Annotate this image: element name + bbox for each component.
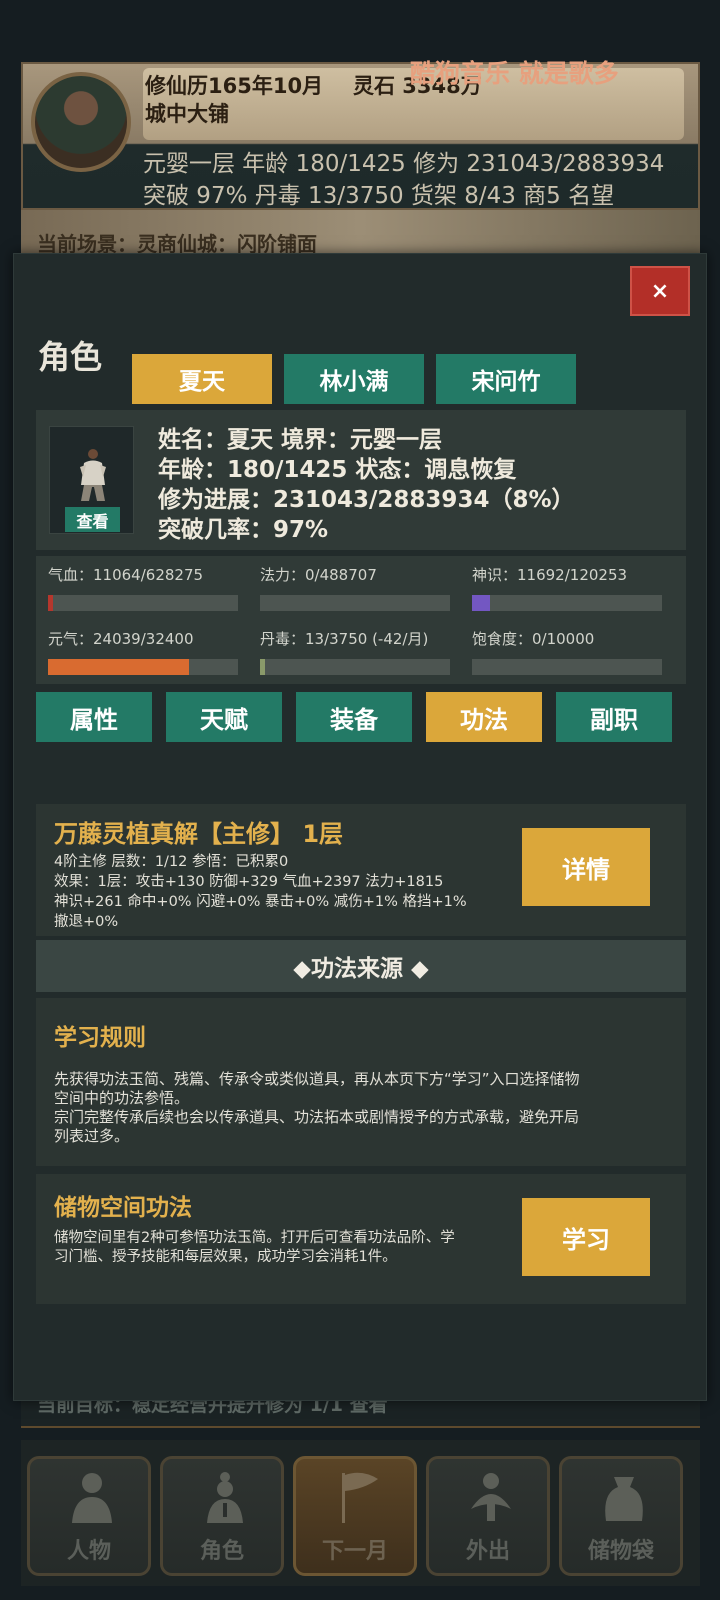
main-technique-info: 4阶主修 层数：1/12 参悟：已积累0 [54,854,289,870]
storage-text-line: 储物空间里有2种可参悟功法玉简。打开后可查看功法品阶、学 [54,1230,455,1246]
storage-techniques-card: 储物空间功法 储物空间里有2种可参悟功法玉简。打开后可查看功法品阶、学 习门槛、… [36,1174,686,1304]
stat-bar [472,659,662,675]
learn-button[interactable]: 学习 [522,1198,650,1276]
profile-name-realm: 姓名：夏天 境界：元婴一层 [158,427,443,453]
stat-spirit-sense: 神识：11692/120253 [472,564,662,611]
stat-label: 元气：24039/32400 [48,630,194,648]
stat-bar-fill [48,595,53,611]
stat-label: 丹毒：13/3750 (-42/月) [260,630,429,648]
stat-bar [48,595,238,611]
modal-title: 角色 [38,338,103,376]
stat-pill-toxicity: 丹毒：13/3750 (-42/月) [260,628,450,675]
stat-bar-fill [48,659,189,675]
tab-techniques[interactable]: 功法 [426,692,542,742]
main-technique-effect-3: 撤退+0% [54,914,119,930]
stat-bar [472,595,662,611]
tab-equipment[interactable]: 装备 [296,692,412,742]
stat-hp: 气血：11064/628275 [48,564,238,611]
storage-techniques-title: 储物空间功法 [54,1195,192,1221]
profile-cultivation-progress: 修为进展：231043/2883934（8%） [158,487,575,513]
stat-bar [260,659,450,675]
flag-icon [334,1469,382,1525]
rules-text-line: 宗门完整传承后续也会以传承道具、功法拓本或剧情授予的方式承载，避免开局 [54,1108,580,1126]
view-button[interactable]: 查看 [65,507,120,532]
profile-breakthrough-rate: 突破几率：97% [158,517,329,543]
stat-bar [260,595,450,611]
rules-text-line: 先获得功法玉简、残篇、传承令或类似道具，再从本页下方“学习”入口选择储物 [54,1070,580,1088]
main-technique-title: 万藤灵植真解【主修】 1层 [54,820,344,848]
profile-age-status: 年龄：180/1425 状态：调息恢复 [158,457,517,483]
stat-bar-fill [472,595,491,611]
nav-label: 人物 [66,1539,111,1564]
game-screen: 修仙历165年10月 灵石 3348万 城中大铺 元婴一层 年龄 180/142… [0,0,720,1600]
tab-talents[interactable]: 天赋 [166,692,282,742]
stat-label: 饱食度：0/10000 [472,630,595,648]
player-avatar[interactable] [31,72,131,172]
nav-button-character[interactable]: 角色 [160,1456,284,1576]
nav-label: 下一月 [321,1539,388,1564]
main-technique-effect-2: 神识+261 命中+0% 闪避+0% 暴击+0% 减伤+1% 格挡+1% [54,894,467,910]
hud-date: 修仙历165年10月 [145,74,324,98]
nav-button-person[interactable]: 人物 [27,1456,151,1576]
hud-stats-row-1: 元婴一层 年龄 180/1425 修为 231043/2883934 [143,151,665,177]
stats-panel: 气血：11064/628275 法力：0/488707 神识：11692/120… [36,556,686,684]
character-figure-icon [80,449,106,501]
stat-mana: 法力：0/488707 [260,564,450,611]
character-modal: × 角色 夏天 林小满 宋问竹 查看 姓名：夏天 境界：元婴一层 年龄：180/… [13,253,707,1401]
stat-bar-fill [260,659,265,675]
tab-attributes[interactable]: 属性 [36,692,152,742]
nav-label: 角色 [199,1539,244,1564]
character-tab-songwenzhu[interactable]: 宋问竹 [436,354,576,404]
close-button[interactable]: × [630,266,690,316]
stat-label: 法力：0/488707 [260,566,377,584]
music-overlay-text: 酷狗音乐 就是歌多 [410,59,619,88]
stat-label: 神识：11692/120253 [472,566,628,584]
bag-icon [600,1469,648,1525]
hud-location: 城中大铺 [145,102,229,126]
storage-text-line: 习门槛、授予技能和每层效果，成功学习会消耗1件。 [54,1249,397,1265]
learning-rules-card: 学习规则 先获得功法玉简、残篇、传承令或类似道具，再从本页下方“学习”入口选择储… [36,998,686,1166]
person-icon [68,1469,116,1525]
character-portrait[interactable]: 查看 [49,426,134,534]
nav-button-storage-bag[interactable]: 储物袋 [559,1456,683,1576]
bottom-nav: 人物 角色 下一月 外出 储物袋 [21,1440,700,1586]
nav-button-travel[interactable]: 外出 [426,1456,550,1576]
nav-label: 外出 [465,1539,510,1564]
stat-satiety: 饱食度：0/10000 [472,628,662,675]
nav-label: 储物袋 [587,1539,654,1564]
profile-panel: 查看 姓名：夏天 境界：元婴一层 年龄：180/1425 状态：调息恢复 修为进… [36,410,686,550]
learning-rules-title: 学习规则 [54,1025,146,1051]
main-technique-effect: 效果：1层：攻击+130 防御+329 气血+2397 法力+1815 [54,874,444,890]
hud-stats-row-2: 突破 97% 丹毒 13/3750 货架 8/43 商5 名望 [143,183,615,209]
character-tab-linxiaoman[interactable]: 林小满 [284,354,424,404]
travel-icon [467,1469,515,1525]
character-tab-xiatian[interactable]: 夏天 [132,354,272,404]
rules-text-line: 空间中的功法参悟。 [54,1089,190,1107]
stat-vitality: 元气：24039/32400 [48,628,238,675]
stat-label: 气血：11064/628275 [48,566,204,584]
tab-side-profession[interactable]: 副职 [556,692,672,742]
technique-source-header: ◆功法来源 ◆ [36,940,686,992]
stat-bar [48,659,238,675]
rules-text-line: 列表过多。 [54,1127,130,1145]
nav-button-next-month[interactable]: 下一月 [293,1456,417,1576]
main-technique-card: 万藤灵植真解【主修】 1层 4阶主修 层数：1/12 参悟：已积累0 效果：1层… [36,804,686,936]
character-icon [201,1469,249,1525]
details-button[interactable]: 详情 [522,828,650,906]
